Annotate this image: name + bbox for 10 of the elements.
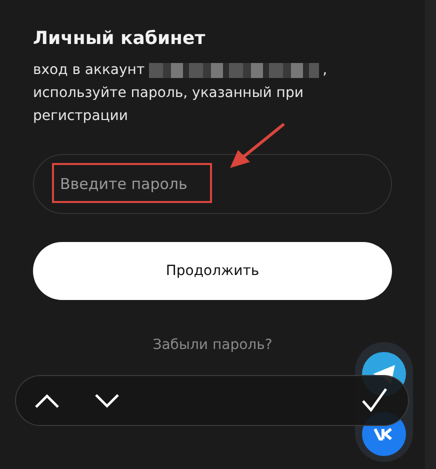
description-comma: ,: [322, 61, 328, 80]
checkmark-icon[interactable]: [360, 386, 388, 414]
chevron-up-icon[interactable]: [34, 392, 60, 408]
chevron-down-icon[interactable]: [94, 392, 120, 408]
forgot-password-link[interactable]: Забыли пароль?: [152, 337, 272, 353]
description-text: используйте пароль, указанный при регистрации: [33, 84, 304, 126]
description-text: вход в аккаунт: [33, 61, 145, 80]
continue-button[interactable]: Продолжить: [33, 242, 392, 300]
password-field[interactable]: Введите пароль: [33, 154, 392, 214]
page-title: Личный кабинет: [33, 28, 206, 49]
